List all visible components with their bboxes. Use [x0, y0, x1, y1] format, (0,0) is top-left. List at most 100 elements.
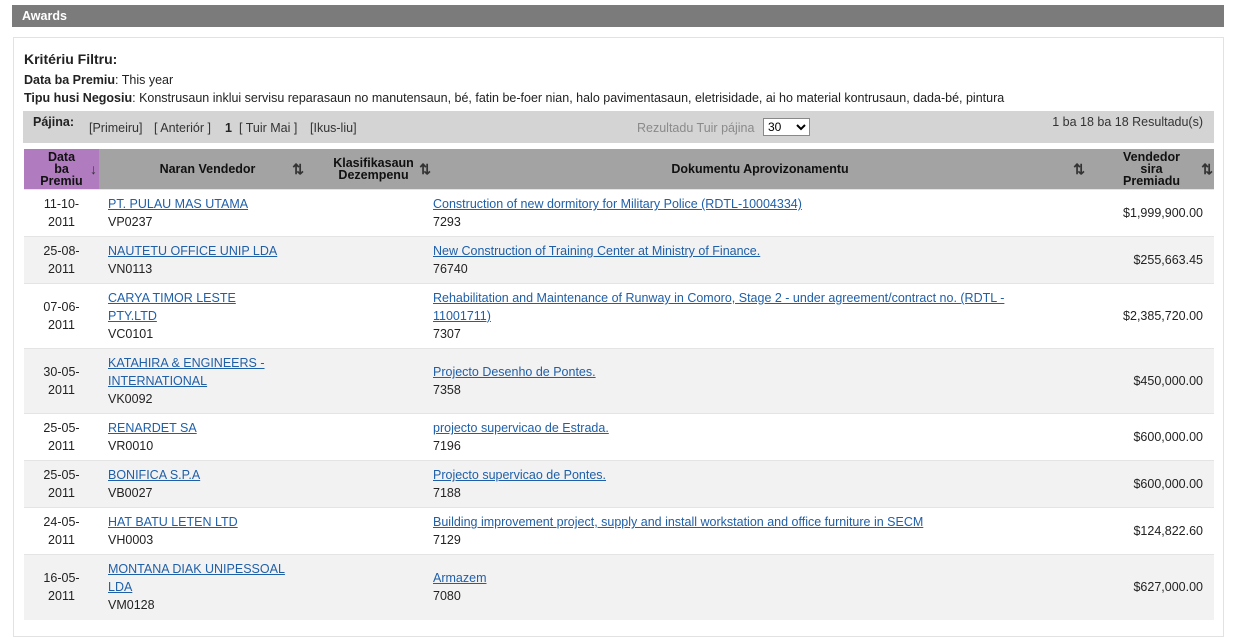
page-title: Awards	[12, 5, 1224, 27]
award-amount: $600,000.00	[1089, 413, 1214, 461]
vendor-link[interactable]: NAUTETU OFFICE UNIP LDA	[108, 242, 316, 260]
results-per-page-label: Rezultadu Tuir pájina	[637, 121, 755, 135]
vendor-link[interactable]: INTERNATIONAL	[108, 372, 316, 390]
sort-updown-icon: ⇅	[419, 161, 431, 177]
vendor-id: VP0237	[108, 215, 153, 229]
document-id: 7188	[433, 486, 461, 500]
award-date: 25-05- 2011	[24, 460, 99, 508]
document-cell: Armazem 7080	[431, 554, 1089, 620]
award-amount: $124,822.60	[1089, 507, 1214, 555]
document-id: 7358	[433, 383, 461, 397]
vendor-cell: RENARDET SA VR0010	[99, 413, 316, 461]
vendor-cell: CARYA TIMOR LESTE PTY.LTD VC0101	[99, 283, 316, 349]
document-link[interactable]: Projecto supervicao de Pontes.	[433, 466, 1089, 484]
col-classification[interactable]: Klasifikasaun Dezempenu ⇅	[316, 149, 431, 190]
document-link[interactable]: 11001711)	[433, 307, 1089, 325]
vendor-id: VC0101	[108, 327, 154, 341]
awards-table: Data ba Premiu ↓ Naran Vendedor ⇅ Klasifik…	[24, 149, 1214, 620]
col-procurement-document[interactable]: Dokumentu Aprovizonamentu ⇅	[431, 149, 1089, 190]
award-amount: $450,000.00	[1089, 348, 1214, 414]
col-awarded-amount[interactable]: Vendedor sira Premiadu ⇅	[1089, 149, 1214, 190]
document-cell: projecto supervicao de Estrada. 7196	[431, 413, 1089, 461]
document-cell: New Construction of Training Center at M…	[431, 236, 1089, 284]
vendor-id: VK0092	[108, 392, 153, 406]
document-link[interactable]: Construction of new dormitory for Milita…	[433, 195, 1089, 213]
col-award-date[interactable]: Data ba Premiu ↓	[24, 149, 99, 190]
document-id: 76740	[433, 262, 468, 276]
vendor-link[interactable]: BONIFICA S.P.A	[108, 466, 316, 484]
document-link[interactable]: Projecto Desenho de Pontes.	[433, 363, 1089, 381]
classification-cell	[316, 413, 431, 461]
document-id: 7307	[433, 327, 461, 341]
vendor-id: VH0003	[108, 533, 154, 547]
vendor-link[interactable]: RENARDET SA	[108, 419, 316, 437]
vendor-id: VR0010	[108, 439, 154, 453]
document-id: 7196	[433, 439, 461, 453]
filter-business-value: Konstrusaun inklui servisu reparasaun no…	[139, 91, 1005, 105]
prev-page-link[interactable]: [ Anteriór ]	[154, 121, 211, 135]
filter-date-label: Data ba Premiu	[24, 73, 116, 87]
document-id: 7129	[433, 533, 461, 547]
award-date: 11-10- 2011	[24, 189, 99, 237]
vendor-cell: PT. PULAU MAS UTAMA VP0237	[99, 189, 316, 237]
award-date: 25-05- 2011	[24, 413, 99, 461]
classification-cell	[316, 189, 431, 237]
results-per-page-select[interactable]: 30	[763, 118, 810, 136]
vendor-cell: KATAHIRA & ENGINEERS - INTERNATIONAL VK009…	[99, 348, 316, 414]
document-cell: Projecto Desenho de Pontes. 7358	[431, 348, 1089, 414]
arrow-down-icon: ↓	[90, 161, 97, 177]
award-amount: $1,999,900.00	[1089, 189, 1214, 237]
award-date: 24-05- 2011	[24, 507, 99, 555]
classification-cell	[316, 554, 431, 620]
vendor-link[interactable]: KATAHIRA & ENGINEERS -	[108, 354, 316, 372]
current-page: 1	[225, 121, 232, 135]
document-cell: Projecto supervicao de Pontes. 7188	[431, 460, 1089, 508]
document-link[interactable]: Armazem	[433, 569, 1089, 587]
last-page-link[interactable]: [Ikus-liu]	[310, 121, 357, 135]
classification-cell	[316, 348, 431, 414]
award-amount: $600,000.00	[1089, 460, 1214, 508]
vendor-cell: HAT BATU LETEN LTD VH0003	[99, 507, 316, 555]
document-link[interactable]: projecto supervicao de Estrada.	[433, 419, 1089, 437]
document-link[interactable]: Building improvement project, supply and…	[433, 513, 1089, 531]
award-date: 07-06- 2011	[24, 283, 99, 349]
sort-updown-icon: ⇅	[292, 161, 304, 177]
vendor-id: VM0128	[108, 598, 155, 613]
table-row: 25-05- 2011 RENARDET SA VR0010 projecto supe…	[24, 413, 1214, 461]
sort-updown-icon: ⇅	[1073, 161, 1085, 177]
next-page-link[interactable]: [ Tuir Mai ]	[239, 121, 297, 135]
results-count: 1 ba 18 ba 18 Resultadu(s)	[1052, 115, 1203, 129]
vendor-link[interactable]: LDA	[108, 578, 316, 596]
filter-date-value: This year	[121, 73, 174, 87]
vendor-link[interactable]: PT. PULAU MAS UTAMA	[108, 195, 316, 213]
table-row: 16-05- 2011 MONTANA DIAK UNIPESSOAL LDA VM01…	[24, 554, 1214, 620]
vendor-cell: NAUTETU OFFICE UNIP LDA VN0113	[99, 236, 316, 284]
pagination-bar: Pájina: [Primeiru] [ Anteriór ] 1 [ Tuir…	[23, 111, 1214, 143]
vendor-cell: MONTANA DIAK UNIPESSOAL LDA VM0128	[99, 554, 316, 620]
vendor-cell: BONIFICA S.P.A VB0027	[99, 460, 316, 508]
document-id: 7293	[433, 215, 461, 229]
table-row: 24-05- 2011 HAT BATU LETEN LTD VH0003 Buildi…	[24, 507, 1214, 555]
table-row: 07-06- 2011 CARYA TIMOR LESTE PTY.LTD VC0101…	[24, 283, 1214, 349]
sort-updown-icon: ⇅	[1201, 161, 1213, 177]
classification-cell	[316, 236, 431, 284]
filter-heading: Kritériu Filtru:	[24, 51, 118, 67]
vendor-link[interactable]: PTY.LTD	[108, 307, 316, 325]
award-date: 16-05- 2011	[24, 554, 99, 620]
first-page-link[interactable]: [Primeiru]	[89, 121, 142, 135]
vendor-link[interactable]: HAT BATU LETEN LTD	[108, 513, 316, 531]
document-link[interactable]: New Construction of Training Center at M…	[433, 242, 1089, 260]
classification-cell	[316, 460, 431, 508]
award-amount: $627,000.00	[1089, 554, 1214, 620]
vendor-id: VN0113	[108, 262, 153, 276]
page-label: Pájina:	[33, 115, 74, 129]
filter-business-label: Tipu husi Negosiu	[24, 91, 133, 105]
vendor-link[interactable]: MONTANA DIAK UNIPESSOAL	[108, 560, 316, 578]
col-vendor-name[interactable]: Naran Vendedor ⇅	[99, 149, 316, 190]
vendor-link[interactable]: CARYA TIMOR LESTE	[108, 289, 316, 307]
document-cell: Rehabilitation and Maintenance of Runway…	[431, 283, 1089, 349]
award-amount: $2,385,720.00	[1089, 283, 1214, 349]
document-link[interactable]: Rehabilitation and Maintenance of Runway…	[433, 289, 1089, 307]
award-date: 30-05- 2011	[24, 348, 99, 414]
filter-date: Data ba Premiu: This year	[24, 73, 174, 87]
